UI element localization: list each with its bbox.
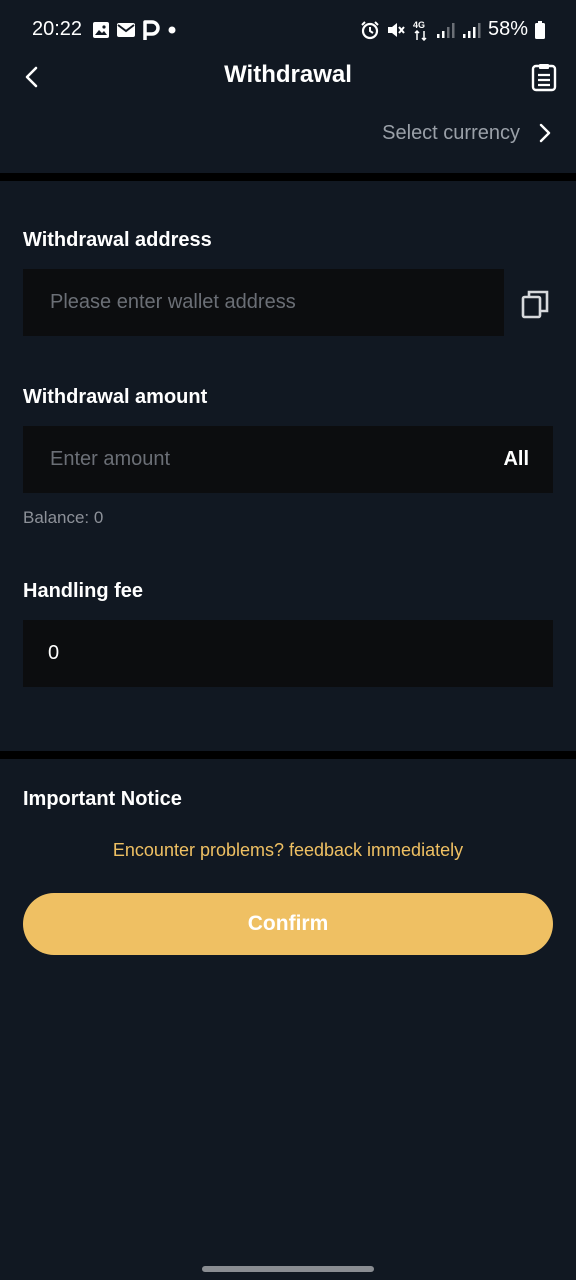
- status-bar: 20:22 4G 58%: [0, 0, 576, 60]
- amount-label: Withdrawal amount: [23, 386, 208, 408]
- fee-label: Handling fee: [23, 580, 144, 602]
- copy-icon: [521, 290, 549, 319]
- fee-field: 0: [23, 620, 553, 687]
- amount-input[interactable]: [48, 447, 448, 472]
- address-field[interactable]: [23, 269, 504, 336]
- network-4g-icon: 4G: [413, 20, 427, 41]
- confirm-button[interactable]: Confirm: [23, 893, 553, 955]
- svg-text:4G: 4G: [413, 20, 425, 30]
- status-time: 20:22: [32, 18, 83, 40]
- page-title: Withdrawal: [224, 61, 352, 88]
- header: Withdrawal: [0, 56, 576, 96]
- amount-field[interactable]: All: [23, 426, 553, 493]
- address-label: Withdrawal address: [23, 229, 212, 251]
- status-system-icons: 4G 58%: [360, 18, 546, 41]
- notice-title: Important Notice: [23, 788, 182, 810]
- mute-icon: [387, 22, 405, 37]
- mail-icon: [117, 23, 135, 37]
- fee-value: 0: [48, 642, 60, 664]
- wallet-address-input[interactable]: [48, 290, 504, 315]
- alarm-icon: [361, 20, 379, 39]
- section-divider: [0, 173, 576, 181]
- battery-percent: 58%: [487, 18, 528, 40]
- select-currency-label: Select currency: [382, 121, 520, 144]
- battery-icon: [535, 20, 545, 39]
- all-button[interactable]: All: [503, 426, 529, 493]
- clipboard-list-icon: [531, 64, 557, 92]
- balance-text: Balance: 0: [23, 508, 104, 527]
- chevron-right-icon: [539, 123, 551, 143]
- gallery-icon: [93, 22, 109, 38]
- paste-address-button[interactable]: [520, 288, 552, 320]
- signal-icon-2: [462, 22, 481, 38]
- withdrawal-records-button[interactable]: [530, 62, 558, 92]
- p-app-icon: [143, 20, 160, 40]
- select-currency[interactable]: Select currency: [382, 116, 552, 150]
- home-indicator[interactable]: [202, 1266, 374, 1272]
- signal-icon: [436, 22, 455, 38]
- section-divider-2: [0, 751, 576, 759]
- feedback-link[interactable]: Encounter problems? feedback immediately: [0, 840, 576, 861]
- status-notification-icons: [92, 19, 178, 41]
- dot-icon: [168, 26, 176, 34]
